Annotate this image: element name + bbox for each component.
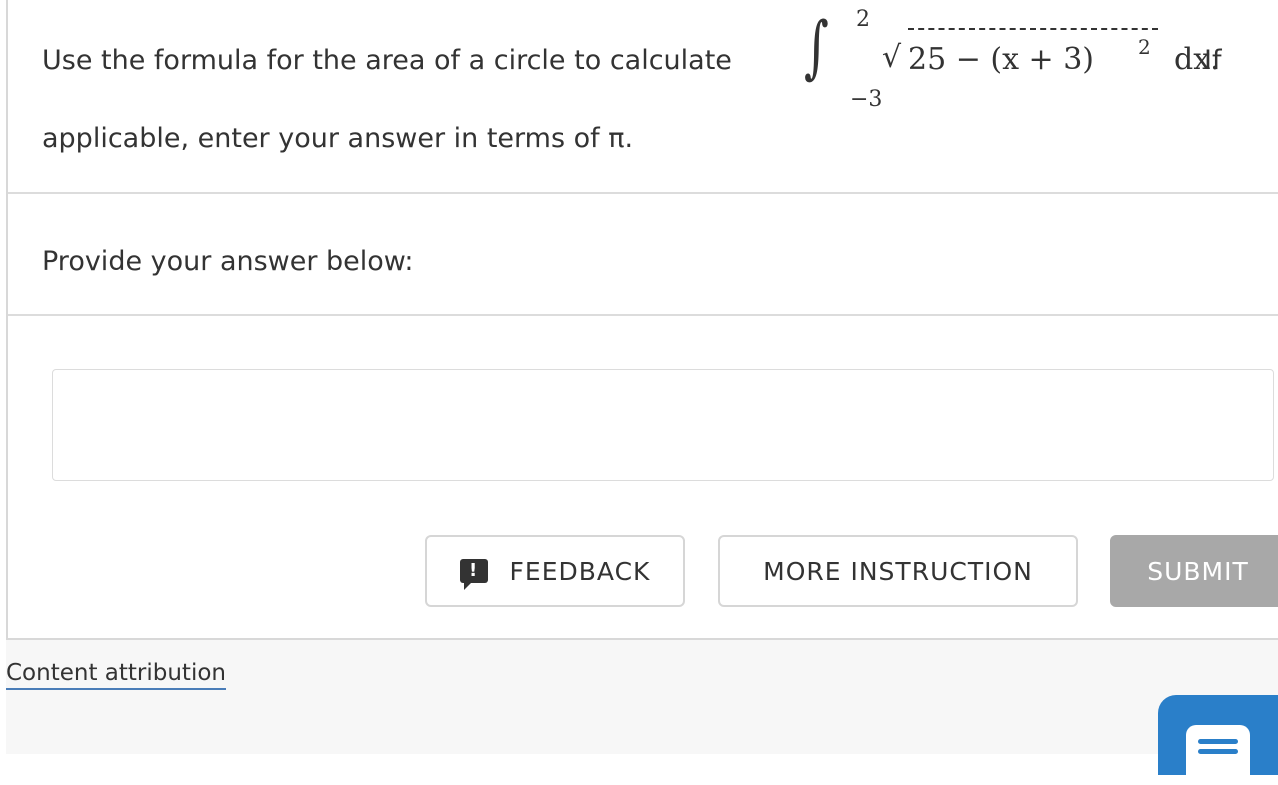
integral-expression: ∫ 2 −3 √ 25 − (x + 3) 2 dx. bbox=[800, 0, 1220, 120]
more-instruction-button[interactable]: MORE INSTRUCTION bbox=[718, 535, 1078, 607]
integral-sign-icon: ∫ bbox=[804, 8, 829, 87]
sqrt-icon: √ bbox=[882, 40, 902, 75]
integral-lower-limit: −3 bbox=[850, 87, 883, 112]
question-line-1-tail: If bbox=[1204, 45, 1222, 76]
section-divider bbox=[8, 192, 1278, 194]
radical-overline bbox=[908, 28, 1158, 30]
question-line-2: applicable, enter your answer in terms o… bbox=[42, 123, 634, 154]
radicand: 25 − (x + 3) bbox=[908, 42, 1095, 77]
submit-label: SUBMIT bbox=[1147, 556, 1249, 586]
exponent: 2 bbox=[1138, 35, 1151, 59]
more-instruction-label: MORE INSTRUCTION bbox=[763, 556, 1033, 586]
feedback-icon: ! bbox=[459, 559, 488, 590]
section-divider bbox=[8, 314, 1278, 316]
feedback-label: FEEDBACK bbox=[509, 556, 651, 586]
submit-button[interactable]: SUBMIT bbox=[1110, 535, 1278, 607]
chat-icon bbox=[1186, 725, 1250, 785]
question-line-1: Use the formula for the area of a circle… bbox=[42, 45, 732, 76]
footer: Content attribution bbox=[6, 640, 1278, 785]
content-attribution-link[interactable]: Content attribution bbox=[6, 660, 226, 690]
answer-input[interactable] bbox=[52, 369, 1274, 481]
question-card: Use the formula for the area of a circle… bbox=[6, 0, 1278, 640]
chat-button[interactable] bbox=[1158, 695, 1278, 785]
integral-upper-limit: 2 bbox=[856, 7, 870, 32]
answer-prompt: Provide your answer below: bbox=[42, 246, 414, 277]
feedback-button[interactable]: ! FEEDBACK bbox=[425, 535, 685, 607]
